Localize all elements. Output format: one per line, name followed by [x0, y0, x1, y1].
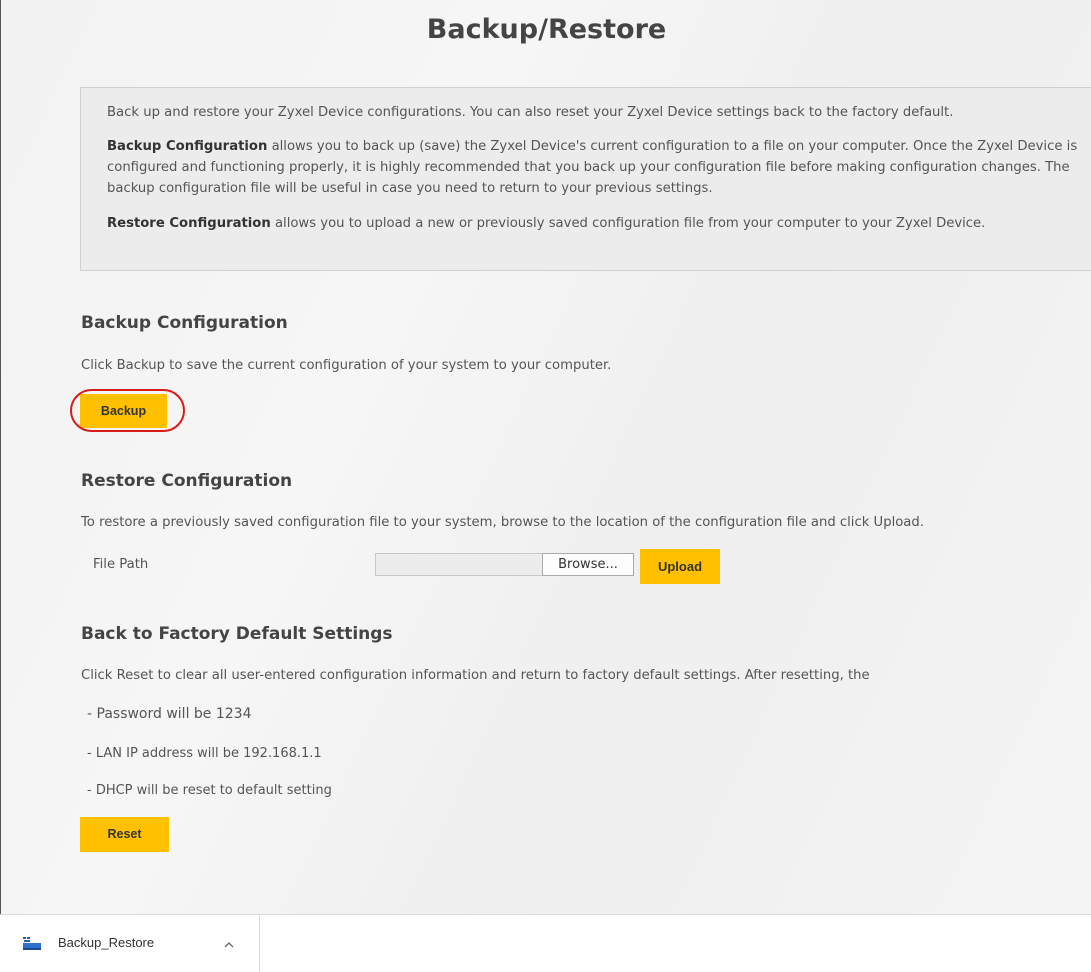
- backup-button[interactable]: Backup: [80, 394, 167, 428]
- factory-item-lan-ip: - LAN IP address will be 192.168.1.1: [87, 746, 322, 761]
- intro-backup-term: Backup Configuration: [107, 139, 268, 154]
- browse-button[interactable]: Browse...: [542, 553, 634, 576]
- file-path-input[interactable]: [375, 553, 543, 576]
- intro-lead: Back up and restore your Zyxel Device co…: [107, 105, 954, 120]
- download-file-name: Backup_Restore: [58, 935, 155, 950]
- backup-section-title: Backup Configuration: [81, 313, 288, 333]
- factory-description: Click Reset to clear all user-entered co…: [81, 668, 870, 683]
- download-bar: Backup_Restore: [0, 914, 1091, 972]
- backup-description: Click Backup to save the current configu…: [81, 358, 612, 373]
- download-item[interactable]: Backup_Restore: [0, 915, 260, 972]
- reset-button[interactable]: Reset: [80, 817, 169, 852]
- factory-section-title: Back to Factory Default Settings: [81, 624, 393, 644]
- page-title: Backup/Restore: [426, 14, 667, 45]
- file-download-icon: [23, 936, 43, 950]
- intro-info-box: Back up and restore your Zyxel Device co…: [80, 87, 1091, 271]
- factory-item-password: - Password will be 1234: [87, 706, 252, 722]
- intro-restore-term: Restore Configuration: [107, 216, 271, 231]
- intro-backup-paragraph: Backup Configuration allows you to back …: [107, 136, 1080, 199]
- restore-description: To restore a previously saved configurat…: [81, 515, 924, 530]
- intro-restore-paragraph: Restore Configuration allows you to uplo…: [107, 213, 1080, 234]
- chevron-up-icon[interactable]: [222, 937, 236, 951]
- file-path-label: File Path: [93, 557, 149, 572]
- page-frame: Backup/Restore Back up and restore your …: [0, 0, 1091, 914]
- upload-button[interactable]: Upload: [640, 549, 720, 584]
- intro-restore-text: allows you to upload a new or previously…: [270, 216, 986, 231]
- factory-item-dhcp: - DHCP will be reset to default setting: [87, 783, 332, 798]
- restore-section-title: Restore Configuration: [81, 471, 293, 491]
